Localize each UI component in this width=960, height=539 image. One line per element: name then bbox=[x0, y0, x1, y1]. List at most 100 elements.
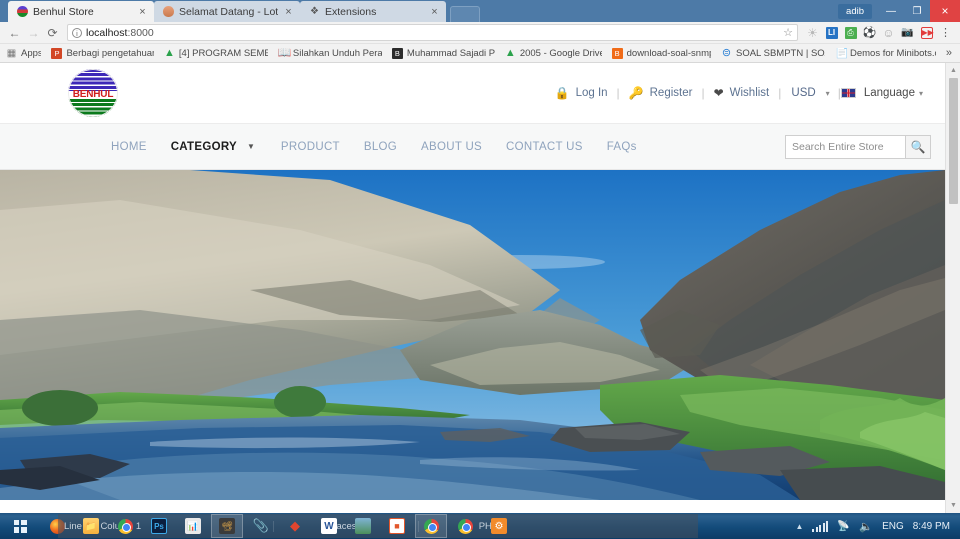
signal-icon[interactable] bbox=[812, 520, 829, 532]
login-link[interactable]: 🔒 Log In bbox=[546, 86, 617, 100]
bookmarks-overflow-icon[interactable]: » bbox=[946, 47, 954, 59]
new-tab-button[interactable] bbox=[450, 6, 480, 22]
bookmark-soal-sbmptn[interactable]: ⊜ SOAL SBMPTN | SOAL bbox=[721, 48, 825, 59]
printer-glyph: ⎙ bbox=[844, 26, 857, 39]
search-icon: 🔍 bbox=[910, 139, 926, 154]
camera-extension-icon[interactable]: 📷 bbox=[899, 24, 916, 41]
windows-start-icon bbox=[13, 519, 27, 533]
google-drive-icon: ▲ bbox=[163, 47, 175, 59]
bookmark-download-soal-snmp[interactable]: B download-soal-snmp bbox=[611, 47, 711, 59]
chrome-taskbar-icon[interactable] bbox=[109, 514, 141, 538]
scrollbar-thumb[interactable] bbox=[949, 78, 958, 204]
sublime-text-taskbar-icon[interactable]: ⚙ bbox=[483, 514, 515, 538]
browser-tab-extensions[interactable]: ❖ Extensions × bbox=[300, 1, 446, 22]
sphere-extension-icon[interactable]: ⚽ bbox=[861, 24, 878, 41]
nav-item-about-us[interactable]: ABOUT US bbox=[409, 141, 494, 153]
address-bar[interactable]: i localhost:8000 ☆ bbox=[67, 24, 798, 41]
page-info-icon[interactable]: i bbox=[72, 27, 82, 38]
windows-taskbar: Line 06, Column 1 Spaces: 2 PHP 📁 Ps 📊 📽… bbox=[0, 513, 960, 539]
site-logo[interactable]: BENHUL bbox=[68, 69, 120, 117]
nav-item-contact-us[interactable]: CONTACT US bbox=[494, 141, 595, 153]
account-bar: 🔒 Log In | 🔑 Register | ❤ Wishlist | USD bbox=[546, 86, 931, 100]
bookmark-program-semes[interactable]: ▲ [4] PROGRAM SEMES bbox=[164, 48, 268, 59]
search-button[interactable]: 🔍 bbox=[905, 134, 931, 159]
benhul-store-page: BENHUL 🔒 Log In | 🔑 Register | ❤ Wishlis… bbox=[0, 63, 945, 513]
reload-icon[interactable]: ⟳ bbox=[44, 24, 61, 41]
nav-item-faqs[interactable]: FAQs bbox=[595, 141, 649, 153]
close-button[interactable]: × bbox=[930, 0, 960, 22]
browser-menu-icon[interactable]: ⋮ bbox=[937, 24, 954, 41]
bookmark-apps[interactable]: ▦ Apps bbox=[6, 47, 42, 59]
li-glyph: LI bbox=[825, 26, 838, 39]
powerpoint-icon: P bbox=[51, 47, 63, 59]
bookmark-label: Muhammad Sajadi P· bbox=[406, 47, 495, 59]
apps-grid-icon: ▦ bbox=[6, 47, 17, 59]
tab-close-icon[interactable]: × bbox=[137, 6, 148, 18]
nav-item-category[interactable]: CATEGORY bbox=[159, 141, 241, 153]
browser-tab-lotuve[interactable]: Selamat Datang - Lotuve × bbox=[154, 1, 300, 22]
tab-close-icon[interactable]: × bbox=[283, 6, 294, 18]
page-viewport: BENHUL 🔒 Log In | 🔑 Register | ❤ Wishlis… bbox=[0, 63, 960, 513]
nav-item-blog[interactable]: BLOG bbox=[352, 141, 409, 153]
register-link[interactable]: 🔑 Register bbox=[620, 86, 702, 100]
currency-selector-label[interactable]: USD bbox=[781, 87, 821, 99]
language-selector-label[interactable]: Language bbox=[856, 87, 915, 99]
page-scrollbar[interactable]: ▲ ▼ bbox=[945, 63, 960, 513]
image-app-taskbar-icon[interactable] bbox=[347, 514, 379, 538]
back-icon[interactable]: ← bbox=[6, 24, 23, 41]
word-taskbar-icon[interactable]: W bbox=[313, 514, 345, 538]
chevron-down-icon[interactable]: ▾ bbox=[822, 89, 838, 98]
site-header: BENHUL 🔒 Log In | 🔑 Register | ❤ Wishlis… bbox=[0, 63, 945, 123]
language-indicator[interactable]: ENG bbox=[882, 521, 904, 532]
nav-item-home[interactable]: HOME bbox=[99, 141, 159, 153]
browser-tab-benhul-store[interactable]: Benhul Store × bbox=[8, 1, 154, 22]
nav-item-product[interactable]: PRODUCT bbox=[269, 141, 352, 153]
forward-icon[interactable]: → bbox=[25, 24, 42, 41]
google-drive-icon: ▲ bbox=[504, 47, 516, 59]
chevron-down-icon[interactable]: ▾ bbox=[915, 89, 931, 98]
printer-extension-icon[interactable]: ⎙ bbox=[842, 24, 859, 41]
start-button[interactable] bbox=[0, 513, 40, 539]
chart-app-taskbar-icon[interactable]: 📊 bbox=[177, 514, 209, 538]
bookmark-silahkan-unduh[interactable]: 📖 Silahkan Unduh Peran bbox=[278, 48, 382, 59]
bookmark-label: SOAL SBMPTN | SOAL bbox=[735, 47, 825, 59]
bookmark-label: Demos for Minibots.c bbox=[849, 47, 936, 59]
paperclip-app-taskbar-icon[interactable]: 📎 bbox=[245, 514, 277, 538]
firefox-taskbar-icon[interactable] bbox=[41, 514, 73, 538]
bookmark-2005-google-drive[interactable]: ▲ 2005 - Google Drive bbox=[505, 48, 602, 59]
li-extension-icon[interactable]: LI bbox=[823, 24, 840, 41]
clock[interactable]: 8:49 PM bbox=[913, 521, 950, 532]
media-app-taskbar-icon[interactable]: 📽 bbox=[211, 514, 243, 538]
hero-banner[interactable] bbox=[0, 170, 945, 500]
redbracket-extension-icon[interactable]: ▶▶ bbox=[918, 24, 935, 41]
profile-avatar-icon[interactable]: ☺ bbox=[880, 24, 897, 41]
chrome-window2-taskbar-icon[interactable] bbox=[449, 514, 481, 538]
bookmark-star-icon[interactable]: ☆ bbox=[783, 26, 793, 39]
puzzle-piece-icon: ❖ bbox=[310, 6, 319, 17]
photoshop-taskbar-icon[interactable]: Ps bbox=[143, 514, 175, 538]
xampp-taskbar-icon[interactable]: ■ bbox=[381, 514, 413, 538]
minimize-button[interactable]: — bbox=[878, 0, 904, 22]
show-hidden-icons-button[interactable]: ▲ bbox=[795, 522, 803, 531]
user-profile-chip[interactable]: adib bbox=[838, 3, 872, 19]
scroll-down-icon[interactable]: ▼ bbox=[946, 498, 960, 513]
bookmark-muhammad-sajadi[interactable]: B Muhammad Sajadi P· bbox=[391, 47, 495, 59]
file-explorer-taskbar-icon[interactable]: 📁 bbox=[75, 514, 107, 538]
canyon-river-landscape-banner bbox=[0, 170, 945, 500]
book-icon: 📖 bbox=[277, 47, 292, 59]
search-input[interactable] bbox=[785, 134, 905, 159]
tab-close-icon[interactable]: × bbox=[429, 6, 440, 18]
volume-icon[interactable]: 🔈 bbox=[859, 520, 873, 533]
network-icon[interactable]: 📡 bbox=[837, 521, 850, 532]
uk-flag-icon bbox=[840, 88, 856, 98]
bookmark-berbagi[interactable]: P Berbagi pengetahuan bbox=[51, 47, 154, 59]
globe-extension-icon[interactable]: ☀ bbox=[804, 24, 821, 41]
scroll-up-icon[interactable]: ▲ bbox=[946, 63, 960, 78]
wishlist-link[interactable]: ❤ Wishlist bbox=[705, 86, 779, 100]
bookmark-demos-minibots[interactable]: 📄 Demos for Minibots.c bbox=[835, 48, 936, 59]
chrome-window-taskbar-icon[interactable] bbox=[415, 514, 447, 538]
chevron-down-icon[interactable]: ▼ bbox=[241, 142, 269, 151]
diamond-app-taskbar-icon[interactable]: ◆ bbox=[279, 514, 311, 538]
maximize-button[interactable]: ❐ bbox=[904, 0, 930, 22]
address-bar-url: localhost:8000 bbox=[86, 27, 154, 39]
